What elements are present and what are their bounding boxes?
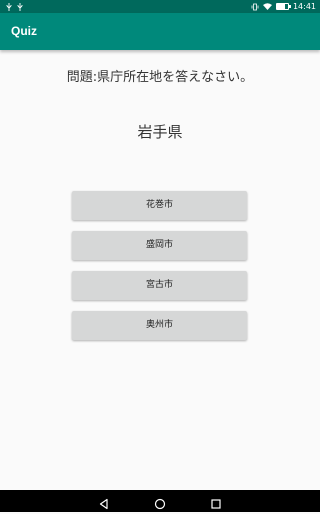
back-icon[interactable]	[98, 495, 110, 510]
home-icon[interactable]	[154, 495, 166, 510]
app-bar: Quiz	[0, 13, 320, 50]
usb-icon	[6, 2, 12, 11]
status-time: 14:41	[292, 2, 316, 11]
answer-button-4[interactable]: 奥州市	[72, 311, 247, 340]
question-text: 問題:県庁所在地を答えなさい。	[66, 70, 254, 85]
navigation-bar	[0, 490, 320, 512]
answer-button-3[interactable]: 宮古市	[72, 271, 247, 300]
battery-cap	[288, 5, 291, 8]
answer-button-2[interactable]: 盛岡市	[72, 231, 247, 260]
status-bar: 14:41	[0, 0, 320, 13]
app-title: Quiz	[11, 24, 37, 38]
vibrate-icon	[251, 3, 259, 11]
prefecture-name: 岩手県	[137, 123, 183, 141]
wifi-icon	[262, 3, 272, 10]
status-right-icons: 14:41	[251, 0, 316, 13]
recents-icon[interactable]	[210, 495, 222, 509]
battery-fill	[276, 4, 285, 9]
answer-button-1[interactable]: 花巻市	[72, 191, 247, 220]
battery-icon	[275, 3, 291, 10]
status-left-icons	[6, 0, 23, 13]
usb-icon	[17, 2, 23, 11]
